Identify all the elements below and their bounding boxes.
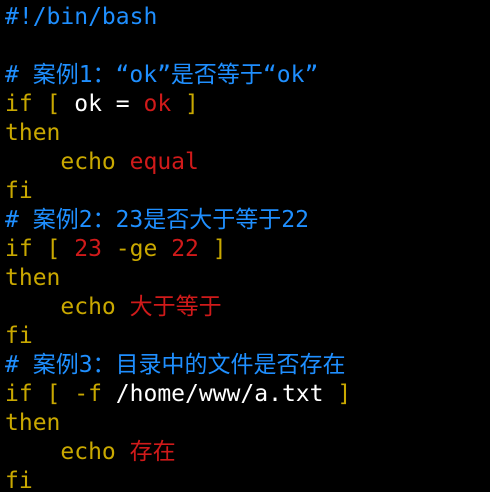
code-token-kw: ] <box>198 236 227 262</box>
code-line[interactable]: fi <box>5 467 490 492</box>
code-line[interactable]: # 案例1：“ok”是否等于“ok” <box>5 61 490 90</box>
code-line[interactable]: # 案例2：23是否大于等于22 <box>5 206 490 235</box>
code-token-cmd: echo <box>60 439 116 465</box>
code-token-kw: -ge <box>101 236 172 262</box>
code-line[interactable]: then <box>5 119 490 148</box>
code-token-str: 23 <box>74 236 102 262</box>
code-line[interactable]: if [ 23 -ge 22 ] <box>5 235 490 264</box>
code-line[interactable]: then <box>5 264 490 293</box>
code-line[interactable]: echo 大于等于 <box>5 293 490 322</box>
code-token-kw: if [ -f <box>5 381 116 407</box>
code-token-comment: # 案例2：23是否大于等于22 <box>5 207 309 233</box>
code-line[interactable]: fi <box>5 322 490 351</box>
code-token-kw: if [ <box>5 236 75 262</box>
code-line[interactable]: if [ -f /home/www/a.txt ] <box>5 380 490 409</box>
code-token-kw: fi <box>5 323 33 349</box>
code-line[interactable]: if [ ok = ok ] <box>5 90 490 119</box>
code-token-kw: then <box>5 120 61 146</box>
code-token-kw: then <box>5 410 61 436</box>
code-token-kw: fi <box>5 178 33 204</box>
terminal-editor[interactable]: #!/bin/bash # 案例1：“ok”是否等于“ok” if [ ok = o… <box>0 0 490 492</box>
code-token-cmd: echo <box>60 149 116 175</box>
code-token-str: 大于等于 <box>129 294 222 320</box>
code-line[interactable]: #!/bin/bash <box>5 3 490 32</box>
code-token-plain: ok = <box>74 91 144 117</box>
code-line[interactable]: # 案例3：目录中的文件是否存在 <box>5 351 490 380</box>
code-line[interactable]: fi <box>5 177 490 206</box>
code-token-comment: # 案例1：“ok”是否等于“ok” <box>5 62 319 88</box>
code-token-comment: # 案例3：目录中的文件是否存在 <box>5 352 346 378</box>
code-token-plain: /home/www/a.txt <box>115 381 324 407</box>
code-line[interactable]: echo equal <box>5 148 490 177</box>
code-token-cmd: echo <box>60 294 116 320</box>
code-token-comment: #!/bin/bash <box>5 4 158 30</box>
code-token-kw: ] <box>171 91 199 117</box>
code-line[interactable]: then <box>5 409 490 438</box>
code-token-str: 存在 <box>129 439 176 465</box>
code-token-str: 22 <box>171 236 199 262</box>
code-line[interactable]: echo 存在 <box>5 438 490 467</box>
code-token-kw: if [ <box>5 91 75 117</box>
code-token-kw: fi <box>5 468 33 492</box>
code-token-kw: ] <box>323 381 352 407</box>
code-token-str: equal <box>129 149 199 175</box>
code-token-str: ok <box>143 91 172 117</box>
code-token-kw: then <box>5 265 61 291</box>
code-line[interactable] <box>5 32 490 61</box>
